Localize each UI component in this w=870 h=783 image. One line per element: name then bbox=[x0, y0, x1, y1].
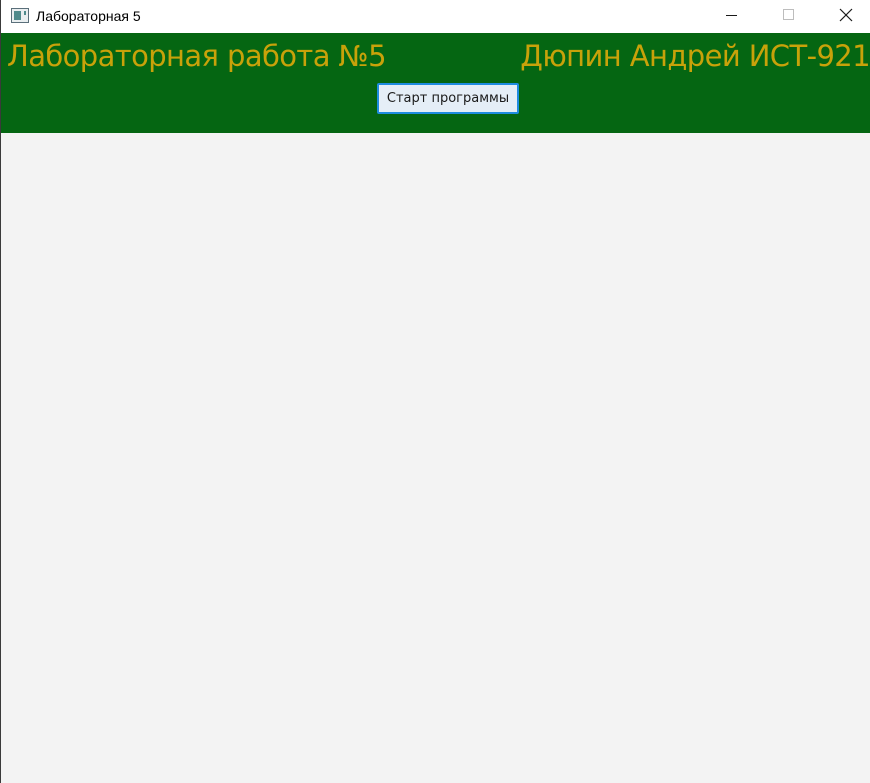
close-button[interactable] bbox=[817, 0, 870, 31]
minimize-icon bbox=[726, 15, 737, 16]
minimize-button[interactable] bbox=[702, 0, 760, 31]
window-title: Лабораторная 5 bbox=[36, 8, 141, 24]
close-icon bbox=[839, 8, 853, 22]
application-window-icon[interactable] bbox=[11, 8, 29, 23]
title-bar[interactable]: Лабораторная 5 bbox=[1, 0, 870, 33]
header-panel: Лабораторная работа №5 Дюпин Андрей ИСТ-… bbox=[1, 33, 870, 133]
author-label: Дюпин Андрей ИСТ-921 bbox=[520, 39, 870, 73]
start-program-button[interactable]: Старт программы bbox=[377, 83, 519, 114]
application-window: Лабораторная 5 Лабораторная работа №5 Дю… bbox=[0, 0, 870, 783]
lab-title: Лабораторная работа №5 bbox=[7, 39, 387, 73]
maximize-icon bbox=[783, 9, 794, 20]
maximize-button[interactable] bbox=[760, 0, 818, 31]
content-area bbox=[1, 133, 870, 783]
